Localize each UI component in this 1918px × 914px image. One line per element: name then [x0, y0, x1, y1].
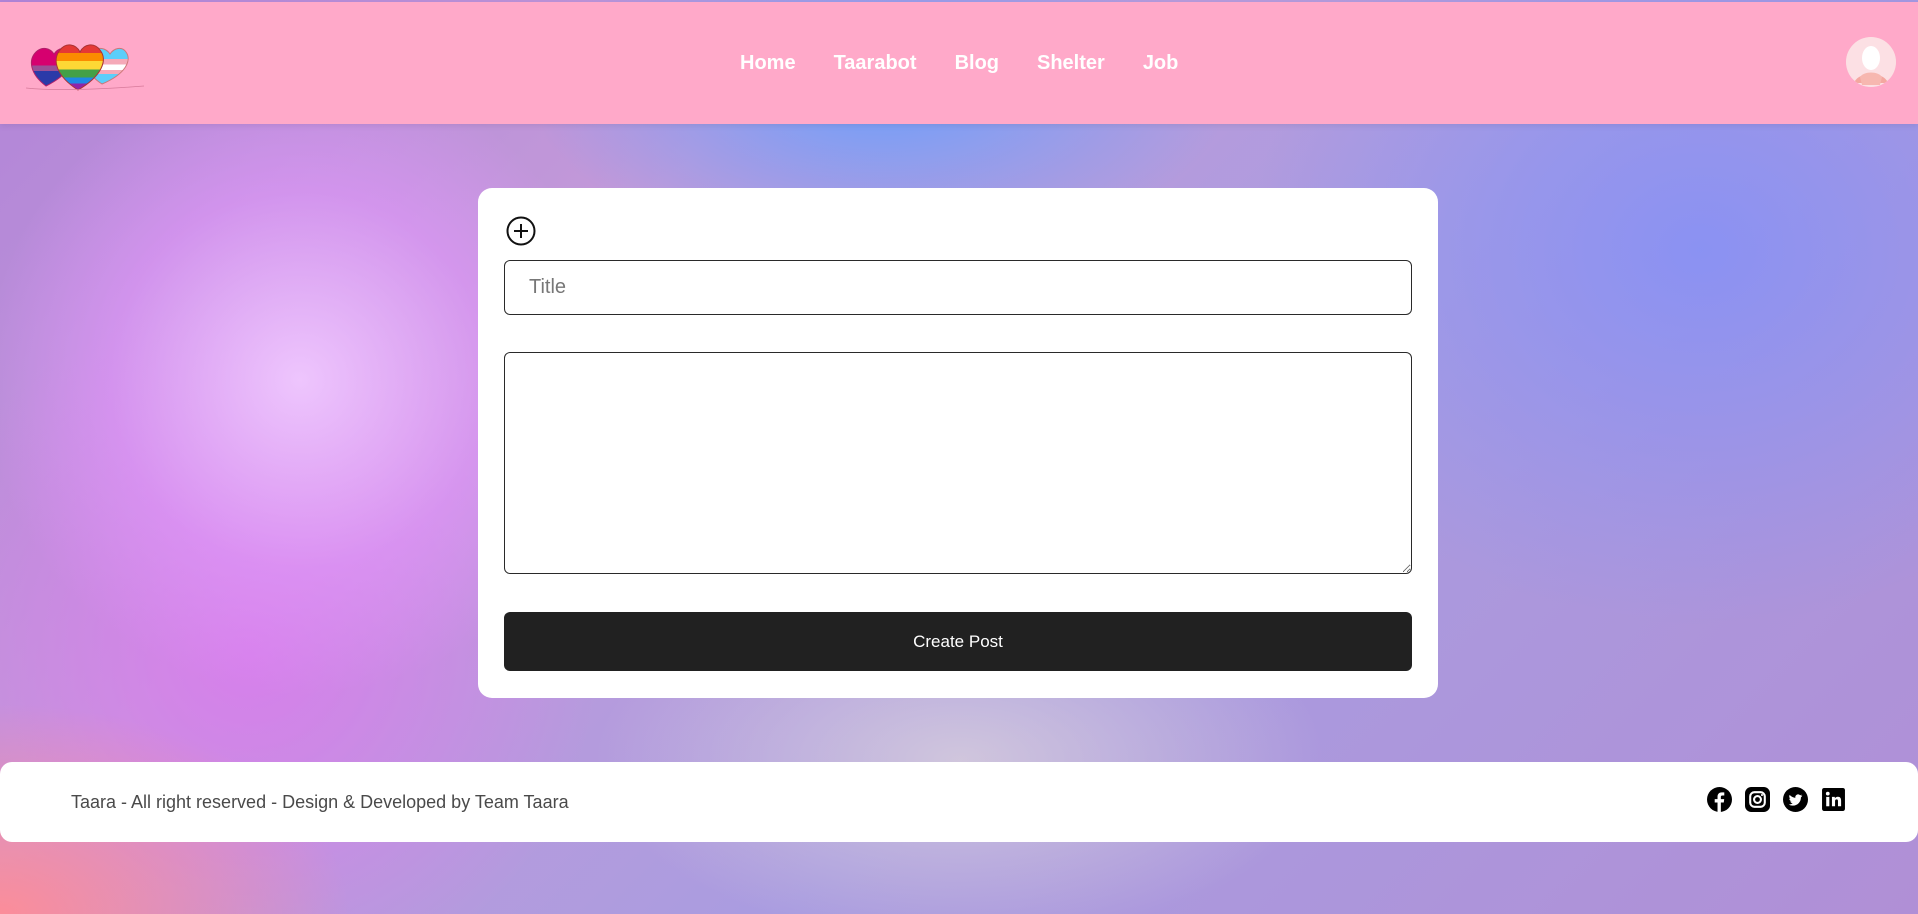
avatar-silhouette-icon: [1846, 37, 1896, 87]
copyright-text: Taara - All right reserved - Design & De…: [71, 792, 569, 812]
facebook-icon[interactable]: [1707, 787, 1732, 812]
post-body-textarea[interactable]: [504, 352, 1412, 574]
nav-link-shelter[interactable]: Shelter: [1037, 52, 1105, 75]
create-post-card: Create Post: [478, 188, 1438, 698]
site-header: Home Taarabot Blog Shelter Job: [0, 2, 1918, 124]
post-title-input[interactable]: [504, 260, 1412, 315]
main-nav: Home Taarabot Blog Shelter Job: [740, 52, 1178, 75]
user-avatar-icon[interactable]: [1846, 37, 1896, 87]
instagram-icon[interactable]: [1745, 787, 1770, 812]
nav-link-home[interactable]: Home: [740, 52, 796, 75]
twitter-icon[interactable]: [1783, 787, 1808, 812]
nav-link-blog[interactable]: Blog: [955, 52, 999, 75]
site-footer: Taara - All right reserved - Design & De…: [0, 762, 1918, 842]
nav-link-taarabot[interactable]: Taarabot: [834, 52, 917, 75]
plus-circle-icon[interactable]: [506, 216, 536, 246]
create-post-button[interactable]: Create Post: [504, 612, 1412, 671]
rainbow-hearts-logo[interactable]: [26, 38, 144, 92]
social-links: [1707, 787, 1846, 812]
nav-link-job[interactable]: Job: [1143, 52, 1179, 75]
linkedin-icon[interactable]: [1821, 787, 1846, 812]
